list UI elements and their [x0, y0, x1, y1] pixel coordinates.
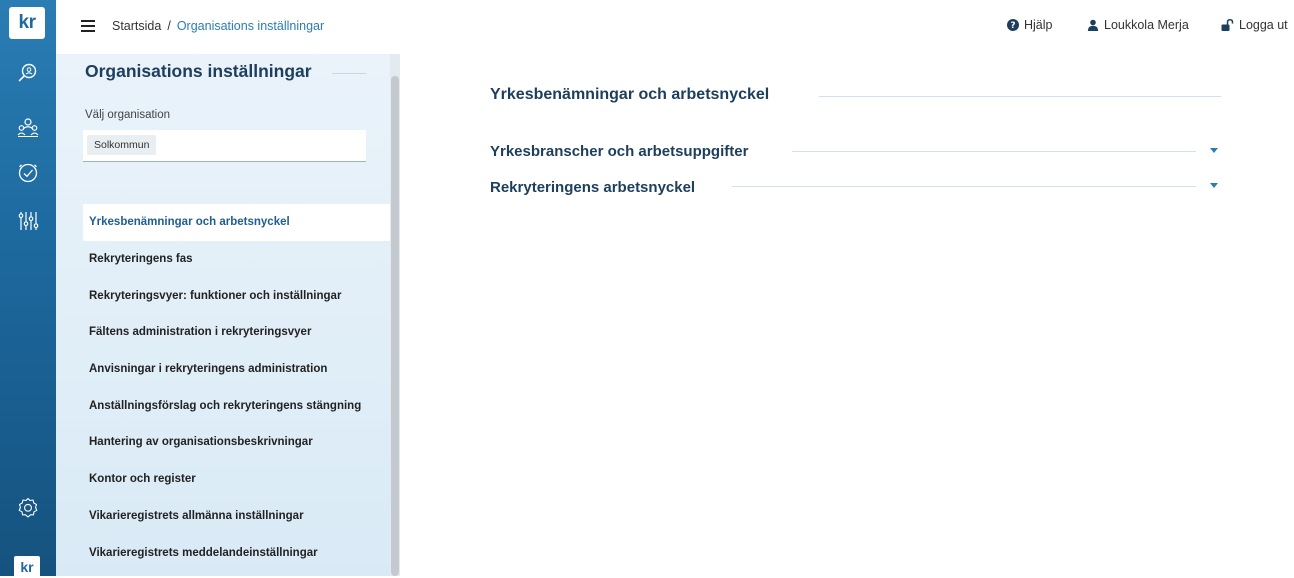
sidebar-item-anvisningar[interactable]: Anvisningar i rekryteringens administrat… — [83, 351, 390, 388]
clock-icon[interactable] — [15, 160, 41, 186]
breadcrumb-current[interactable]: Organisations inställningar — [177, 19, 324, 33]
help-label: Hjälp — [1024, 18, 1053, 32]
organisation-label: Välj organisation — [85, 109, 171, 121]
user-icon — [1087, 19, 1099, 31]
sidebar-item-rekryteringens-fas[interactable]: Rekryteringens fas — [83, 241, 390, 278]
sidebar-scroll-thumb[interactable] — [391, 76, 399, 576]
logout-label: Logga ut — [1239, 18, 1288, 32]
sidebar-title-divider — [332, 73, 366, 74]
sidebar-scrollbar[interactable] — [390, 54, 400, 576]
sliders-icon[interactable] — [15, 208, 41, 234]
sidebar-item-vikarieregister-allmanna[interactable]: Vikarieregistrets allmänna inställningar — [83, 498, 390, 535]
svg-text:?: ? — [1010, 21, 1015, 31]
user-name: Loukkola Merja — [1104, 18, 1189, 32]
sidebar-item-kontor-och-register[interactable]: Kontor och register — [83, 461, 390, 498]
recruitment-group-icon[interactable] — [15, 115, 41, 141]
help-circle-icon: ? — [1007, 19, 1019, 31]
section-arbetsnyckel-toggle[interactable]: Rekryteringens arbetsnyckel — [490, 179, 695, 196]
help-link[interactable]: ? Hjälp — [1007, 18, 1053, 32]
sidebar-title: Organisations inställningar — [85, 61, 312, 81]
sidebar-item-organisationsbeskrivningar[interactable]: Hantering av organisationsbeskrivningar — [83, 424, 390, 461]
sidebar-item-rekryteringsvyer[interactable]: Rekryteringsvyer: funktioner och inställ… — [83, 277, 390, 314]
settings-gear-icon[interactable] — [15, 495, 41, 521]
footer-logo: kr — [14, 556, 40, 578]
top-bar: Startsida / Organisations inställningar ? … — [56, 0, 1294, 54]
section-yrkesbranscher-toggle[interactable]: Yrkesbranscher och arbetsuppgifter — [490, 143, 748, 160]
page-title: Yrkesbenämningar och arbetsnyckel — [490, 86, 770, 103]
section-divider — [732, 186, 1196, 187]
organisation-select[interactable]: Solkommun — [83, 130, 366, 162]
settings-sidebar: Organisations inställningar Välj organis… — [56, 54, 400, 576]
page-title-divider — [819, 96, 1221, 97]
app-logo[interactable]: kr — [9, 7, 45, 39]
user-menu[interactable]: Loukkola Merja — [1087, 18, 1189, 32]
unlock-icon — [1221, 19, 1234, 31]
breadcrumb: Startsida / Organisations inställningar — [112, 19, 324, 33]
sidebar-item-faltens-administration[interactable]: Fältens administration i rekryteringsvye… — [83, 314, 390, 351]
sidebar-item-anstallningsforslag[interactable]: Anställningsförslag och rekryteringens s… — [83, 387, 390, 424]
breadcrumb-home-link[interactable]: Startsida — [112, 19, 161, 33]
hamburger-menu-icon[interactable] — [81, 20, 95, 32]
chevron-down-icon[interactable] — [1210, 148, 1218, 153]
logout-link[interactable]: Logga ut — [1221, 18, 1288, 32]
search-icon[interactable] — [15, 60, 41, 86]
breadcrumb-separator: / — [167, 19, 171, 33]
chevron-down-icon[interactable] — [1210, 183, 1218, 188]
icon-rail: kr kr — [0, 0, 56, 578]
main-content: Yrkesbenämningar och arbetsnyckel Yrkesb… — [400, 54, 1294, 576]
sidebar-item-yrkesbenamningar[interactable]: Yrkesbenämningar och arbetsnyckel — [83, 204, 390, 241]
settings-nav: Yrkesbenämningar och arbetsnyckel Rekryt… — [83, 204, 390, 571]
organisation-chip[interactable]: Solkommun — [87, 135, 157, 155]
section-divider — [792, 151, 1196, 152]
sidebar-item-vikarieregister-meddelande[interactable]: Vikarieregistrets meddelandeinställninga… — [83, 534, 390, 571]
